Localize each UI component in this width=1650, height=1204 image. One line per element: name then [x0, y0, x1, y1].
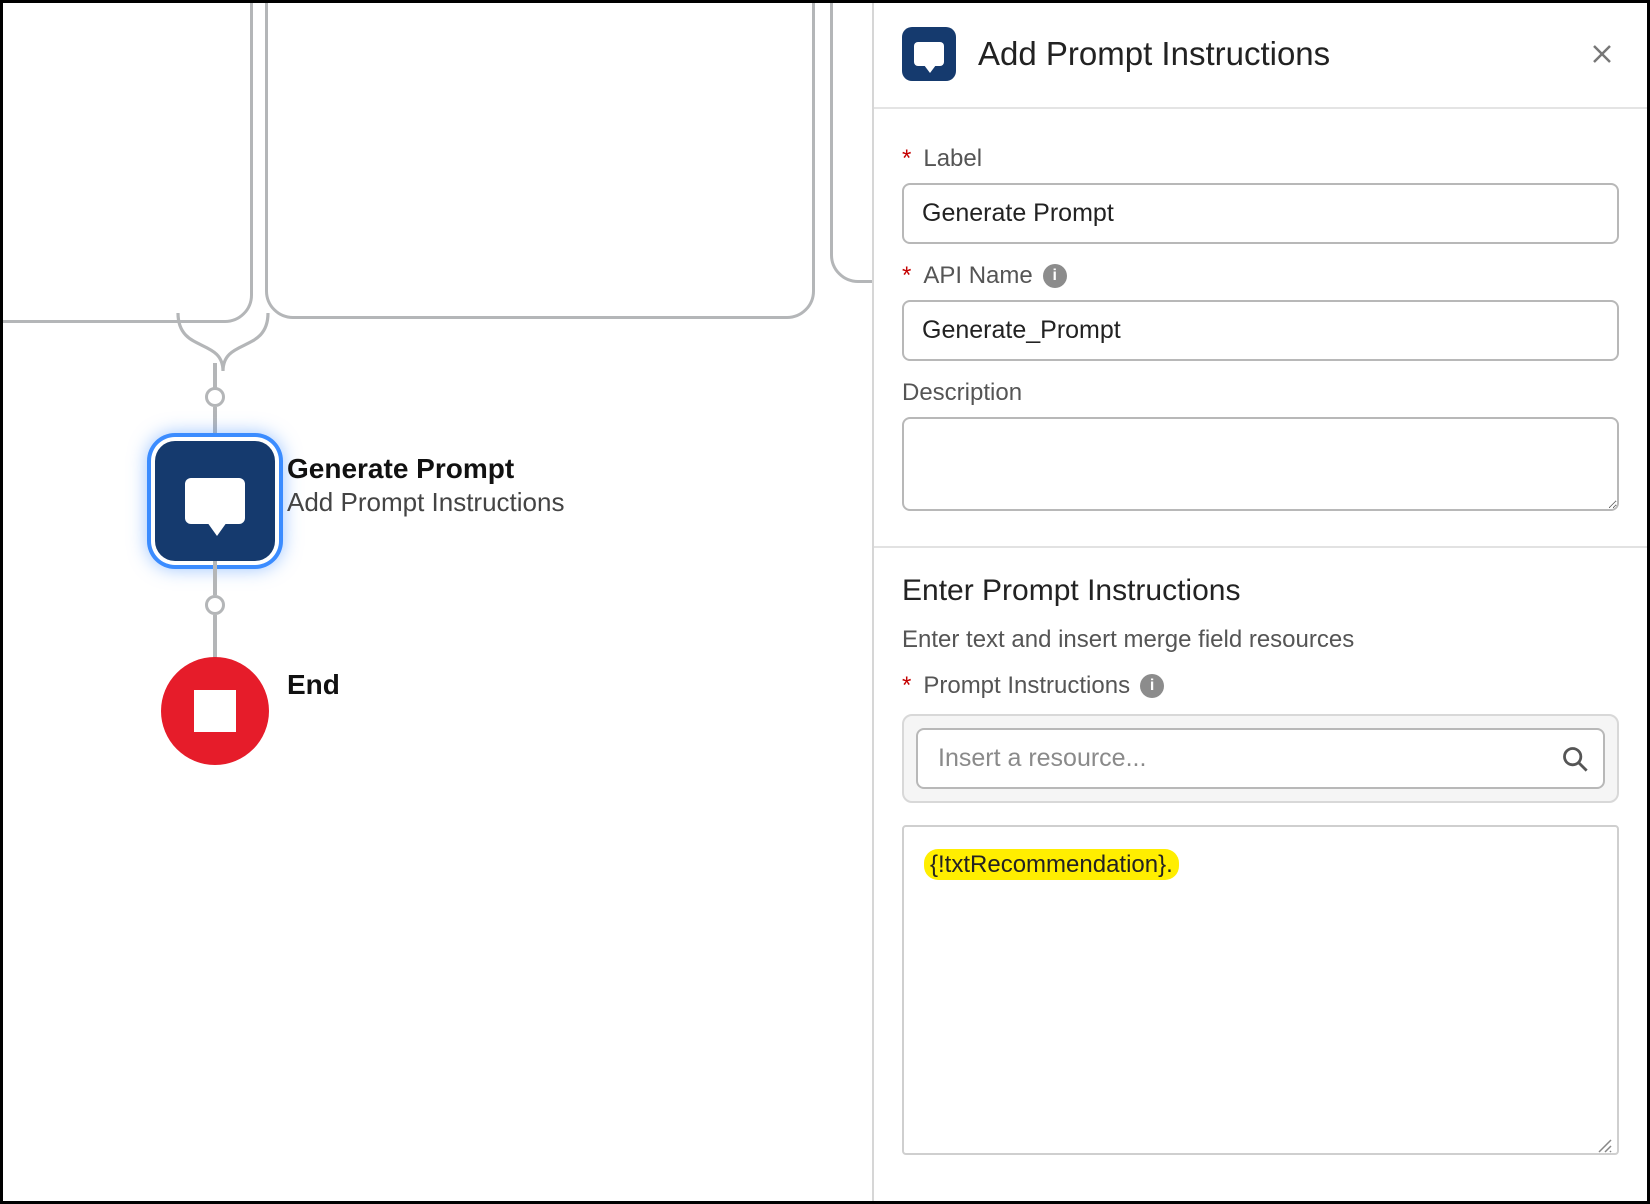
chat-icon — [185, 478, 245, 524]
panel-divider — [874, 546, 1647, 548]
connector-port[interactable] — [205, 595, 225, 615]
canvas-pane — [265, 3, 815, 319]
connector-port[interactable] — [205, 387, 225, 407]
flow-canvas[interactable]: Generate Prompt Add Prompt Instructions … — [3, 3, 872, 1201]
panel-title: Add Prompt Instructions — [978, 35, 1585, 73]
flow-node-labels: Generate Prompt Add Prompt Instructions — [287, 453, 564, 518]
info-icon[interactable]: i — [1043, 264, 1067, 288]
flow-node-generate-prompt[interactable] — [155, 441, 275, 561]
close-icon — [1591, 43, 1613, 65]
connector-line — [213, 561, 217, 595]
label-field-caption: *Label — [902, 145, 1619, 173]
info-icon[interactable]: i — [1140, 674, 1164, 698]
canvas-pane — [3, 3, 253, 323]
prompt-instructions-editor[interactable]: {!txtRecommendation}. — [902, 825, 1619, 1155]
resource-picker-input[interactable] — [916, 728, 1605, 789]
connector-merge — [173, 313, 273, 373]
resize-handle[interactable] — [1597, 1133, 1613, 1149]
description-caption: Description — [902, 379, 1619, 407]
canvas-pane — [830, 3, 872, 283]
connector-line — [213, 407, 217, 441]
prompt-section-heading: Enter Prompt Instructions — [902, 574, 1619, 608]
label-input[interactable] — [902, 183, 1619, 244]
merge-field-highlight: {!txtRecommendation}. — [924, 849, 1179, 880]
search-icon — [1561, 745, 1589, 773]
api-name-caption: *API Namei — [902, 262, 1619, 290]
resource-picker-bar — [902, 714, 1619, 803]
properties-panel: Add Prompt Instructions *Label *API Name… — [872, 3, 1647, 1201]
api-name-input[interactable] — [902, 300, 1619, 361]
flow-node-title: Generate Prompt — [287, 453, 564, 485]
prompt-section-help: Enter text and insert merge field resour… — [902, 626, 1619, 654]
panel-header: Add Prompt Instructions — [874, 3, 1647, 109]
flow-node-end-label: End — [287, 669, 340, 701]
connector-line — [213, 615, 217, 663]
flow-node-subtitle: Add Prompt Instructions — [287, 487, 564, 518]
description-input[interactable] — [902, 417, 1619, 511]
close-button[interactable] — [1585, 37, 1619, 71]
flow-node-end[interactable] — [161, 657, 269, 765]
prompt-instructions-caption: *Prompt Instructionsi — [902, 672, 1619, 700]
panel-header-icon — [902, 27, 956, 81]
chat-icon — [914, 42, 944, 66]
stop-icon — [194, 690, 236, 732]
